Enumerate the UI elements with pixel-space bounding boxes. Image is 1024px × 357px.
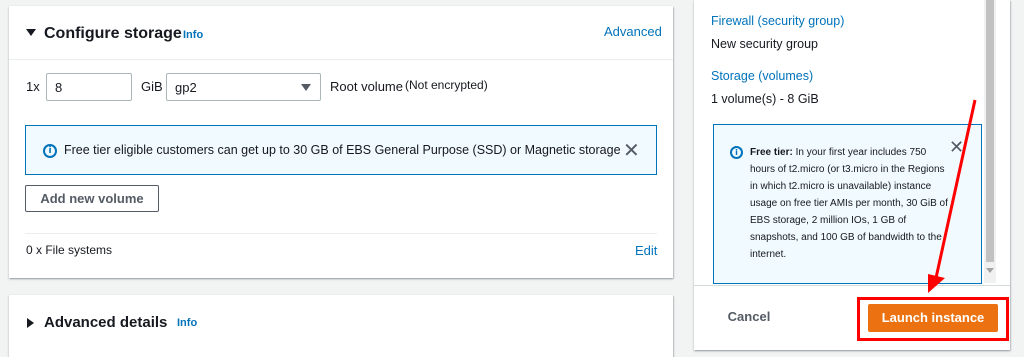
cancel-button[interactable]: Cancel: [718, 305, 780, 329]
scrollbar-thumb[interactable]: [986, 0, 994, 262]
volume-size-input[interactable]: 8: [46, 73, 132, 101]
free-tier-alert: i Free tier eligible customers can get u…: [25, 125, 657, 175]
free-tier-body: In your first year includes 750 hours of…: [750, 147, 948, 260]
volume-type-select[interactable]: gp2: [166, 73, 321, 101]
info-circle-icon: i: [730, 146, 743, 159]
scroll-down-icon[interactable]: [986, 268, 994, 273]
launch-instance-button[interactable]: Launch instance: [868, 304, 998, 332]
divider: [25, 233, 657, 234]
close-icon[interactable]: ✕: [623, 140, 640, 160]
chevron-down-icon[interactable]: [301, 84, 311, 91]
collapse-caret-icon[interactable]: [26, 29, 36, 36]
add-new-volume-button[interactable]: Add new volume: [25, 185, 159, 212]
storage-volumes-link[interactable]: Storage (volumes): [711, 69, 813, 83]
advanced-details-panel: Advanced details Info: [9, 295, 673, 357]
storage-title[interactable]: Configure storage: [44, 25, 182, 43]
advanced-details-info-link[interactable]: Info: [177, 317, 197, 329]
advanced-link[interactable]: Advanced: [604, 24, 662, 39]
firewall-value: New security group: [711, 37, 818, 51]
free-tier-title: Free tier:: [750, 147, 793, 158]
firewall-link[interactable]: Firewall (security group): [711, 14, 844, 28]
file-systems-count: 0 x File systems: [26, 243, 113, 257]
root-volume-label: Root volume: [330, 79, 403, 94]
encryption-status: (Not encrypted): [405, 78, 488, 92]
summary-free-tier-alert: i Free tier: In your first year includes…: [713, 124, 982, 284]
volume-type-value: gp2: [175, 80, 197, 95]
advanced-details-title[interactable]: Advanced details: [44, 314, 167, 331]
summary-free-tier-text: Free tier: In your first year includes 7…: [750, 144, 950, 263]
info-circle-icon: i: [43, 144, 57, 158]
free-tier-alert-text: Free tier eligible customers can get up …: [64, 143, 621, 157]
expand-caret-icon[interactable]: [27, 318, 34, 328]
volume-count: 1x: [26, 79, 40, 94]
volume-size-unit: GiB: [141, 79, 163, 94]
storage-volumes-value: 1 volume(s) - 8 GiB: [711, 92, 819, 106]
configure-storage-panel: Configure storage Info Advanced 1x 8 GiB…: [9, 6, 673, 278]
footer-divider: [694, 285, 1010, 286]
storage-info-link[interactable]: Info: [183, 29, 203, 41]
edit-link[interactable]: Edit: [635, 243, 657, 258]
storage-panel-header: Configure storage Info Advanced: [9, 6, 673, 60]
close-icon[interactable]: ✕: [949, 139, 964, 157]
